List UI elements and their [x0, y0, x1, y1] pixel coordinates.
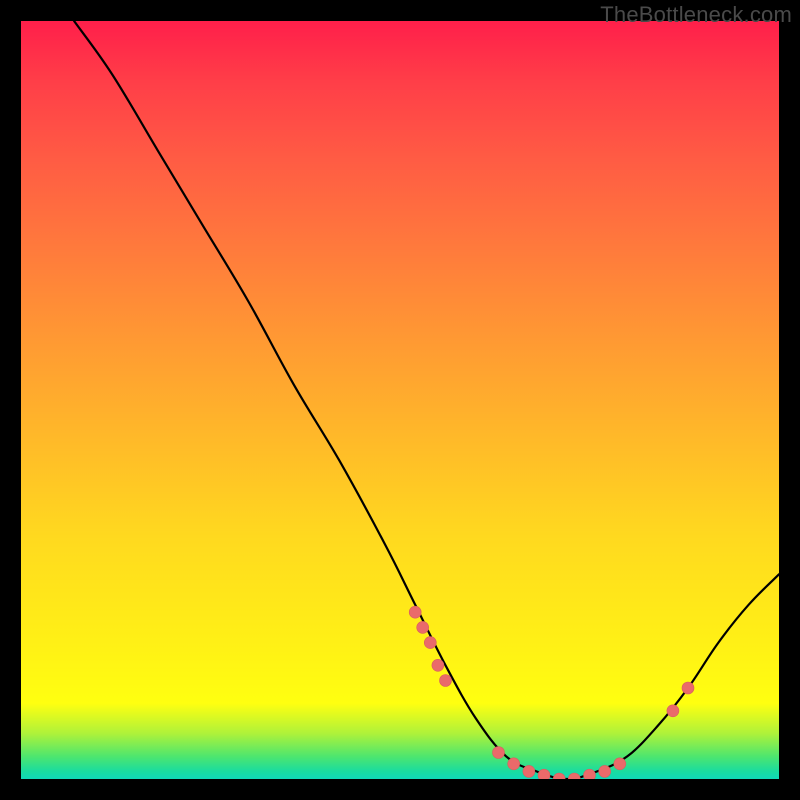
data-marker — [440, 675, 452, 687]
data-marker — [432, 659, 444, 671]
data-marker — [424, 637, 436, 649]
data-marker — [409, 606, 421, 618]
data-marker — [614, 758, 626, 770]
marker-group — [409, 606, 694, 779]
chart-container: TheBottleneck.com — [0, 0, 800, 800]
plot-area — [21, 21, 779, 779]
data-marker — [523, 765, 535, 777]
data-marker — [667, 705, 679, 717]
data-marker — [417, 621, 429, 633]
data-marker — [584, 769, 596, 779]
data-marker — [493, 747, 505, 759]
data-marker — [538, 769, 550, 779]
data-marker — [568, 773, 580, 779]
data-marker — [682, 682, 694, 694]
bottleneck-curve — [74, 21, 779, 779]
curve-svg — [21, 21, 779, 779]
data-marker — [508, 758, 520, 770]
watermark-text: TheBottleneck.com — [600, 2, 792, 28]
data-marker — [553, 773, 565, 779]
data-marker — [599, 765, 611, 777]
